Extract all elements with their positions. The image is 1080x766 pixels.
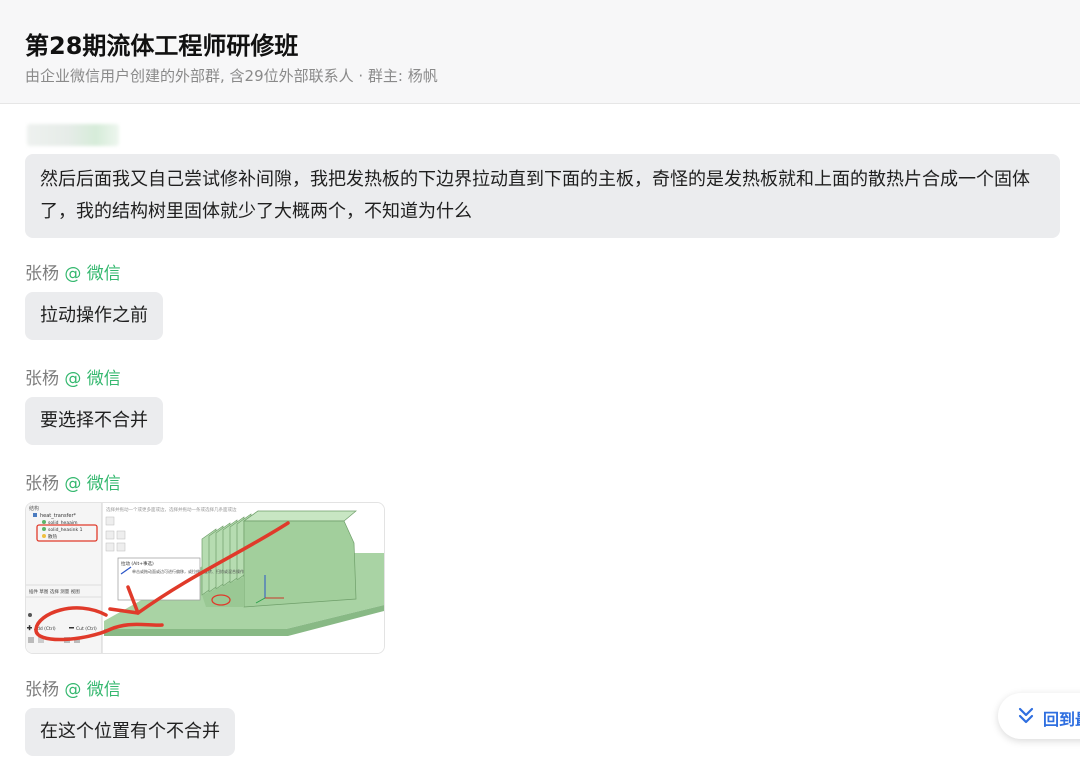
sender-source: @ 微信 <box>64 264 121 284</box>
message-text-3: 要选择不合并 <box>40 410 148 431</box>
cad-screenshot-thumbnail: 结构 heat_transfer* solid_heaaim solid_hea… <box>26 503 384 653</box>
message-sender-5: 张杨 @ 微信 <box>25 675 121 700</box>
image-message[interactable]: 结构 heat_transfer* solid_heaaim solid_hea… <box>25 502 385 654</box>
message-sender-3: 张杨 @ 微信 <box>25 364 121 389</box>
back-to-latest-label: 回到最新 <box>1043 710 1080 729</box>
group-subtitle: 由企业微信用户创建的外部群, 含29位外部联系人 · 群主: 杨帆 <box>25 67 438 85</box>
message-bubble-5[interactable]: 在这个位置有个不合并 <box>25 708 235 756</box>
svg-text:结构: 结构 <box>29 505 39 512</box>
cut-label: Cut (Ctrl) <box>76 626 97 632</box>
message-sender-4: 张杨 @ 微信 <box>25 469 121 494</box>
message-list[interactable]: 然后后面我又自己尝试修补间隙，我把发热板的下边界拉动直到下面的主板，奇怪的是发热… <box>0 104 1080 766</box>
tree-item-3: 散热 <box>48 533 57 540</box>
sender-name[interactable]: 张杨 <box>25 264 59 284</box>
message-text-2: 拉动操作之前 <box>40 305 148 326</box>
back-to-latest-button[interactable]: 回到最新 <box>998 693 1080 739</box>
message-bubble-1[interactable]: 然后后面我又自己尝试修补间隙，我把发热板的下边界拉动直到下面的主板，奇怪的是发热… <box>25 154 1060 238</box>
double-chevron-down-icon <box>1018 707 1034 724</box>
tooltip-title: 拉动 (Alt+事选) <box>121 560 154 567</box>
tooltip-body: 单击或拖动面或边可进行偏移，或拉伸、旋转、扫掠或混合操作 <box>132 568 244 574</box>
sender-source: @ 微信 <box>64 369 121 389</box>
panel-tabs: 插件 草图 选择 测量 视图 <box>29 588 80 595</box>
hint-text: 选择并拖动一个或更多面或边，选择并拖动一条或选择几条面或边 <box>106 506 237 513</box>
tree-root-label: heat_transfer* <box>40 513 77 519</box>
group-title[interactable]: 第28期流体工程师研修班 <box>25 26 298 61</box>
chat-header: 第28期流体工程师研修班 由企业微信用户创建的外部群, 含29位外部联系人 · … <box>0 0 1080 104</box>
blurred-sender-name <box>27 124 119 146</box>
sender-source: @ 微信 <box>64 680 121 700</box>
message-text-1: 然后后面我又自己尝试修补间隙，我把发热板的下边界拉动直到下面的主板，奇怪的是发热… <box>40 169 1030 222</box>
sender-name[interactable]: 张杨 <box>25 474 59 494</box>
message-bubble-3[interactable]: 要选择不合并 <box>25 397 163 445</box>
message-bubble-2[interactable]: 拉动操作之前 <box>25 292 163 340</box>
sender-name[interactable]: 张杨 <box>25 369 59 389</box>
message-sender-2: 张杨 @ 微信 <box>25 259 121 284</box>
message-text-5: 在这个位置有个不合并 <box>40 721 220 742</box>
sender-name[interactable]: 张杨 <box>25 680 59 700</box>
sender-source: @ 微信 <box>64 474 121 494</box>
tree-item-2: solid_heasink 1 <box>48 527 83 533</box>
